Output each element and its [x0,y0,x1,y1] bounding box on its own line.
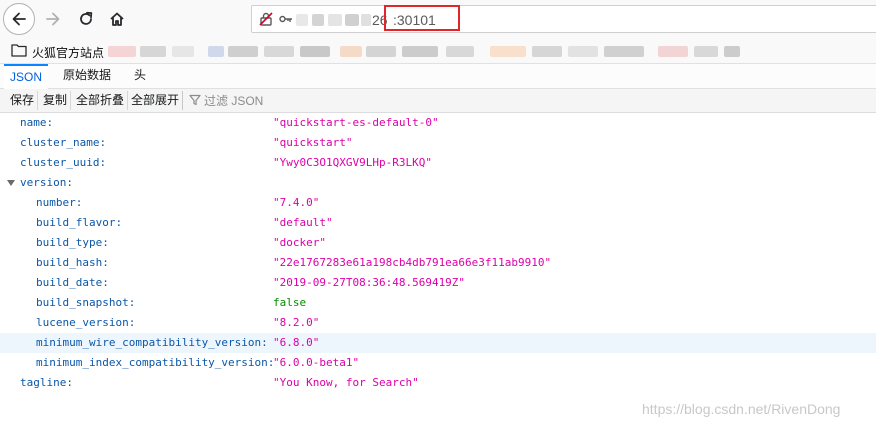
url-blurred-segment [312,14,324,26]
filter-json-input[interactable] [204,92,404,110]
arrow-right-icon [46,12,60,26]
bookmark-blurred[interactable] [446,46,474,57]
insecure-connection-icon[interactable] [259,12,273,26]
json-viewer-tabs: JSON 原始数据 头 [0,64,876,89]
forward-button[interactable] [38,4,68,34]
json-key: build_date: [36,276,109,289]
reload-icon [80,11,93,25]
json-value: "docker" [273,236,326,249]
port-highlight-box [384,5,460,31]
tab-headers[interactable]: 头 [128,64,152,89]
json-row-cluster-uuid[interactable]: cluster_uuid: "Ywy0C3O1QXGV9LHp-R3LKQ" [0,153,876,173]
bookmark-blurred[interactable] [366,46,396,57]
expand-all-button[interactable]: 全部展开 [128,91,184,110]
json-row-build-hash[interactable]: build_hash: "22e1767283e61a198cb4db791ea… [0,253,876,273]
bookmark-blurred[interactable] [402,46,438,57]
json-row-minimum-wire-compatibility-version[interactable]: minimum_wire_compatibility_version: "6.8… [0,333,876,353]
json-value: "7.4.0" [273,196,320,209]
json-row-cluster-name[interactable]: cluster_name: "quickstart" [0,133,876,153]
json-row-name[interactable]: name: "quickstart-es-default-0" [0,113,876,133]
bookmark-blurred[interactable] [108,46,136,57]
bookmark-blurred[interactable] [140,46,166,57]
json-key: cluster_uuid: [20,156,107,169]
json-key: version: [20,176,73,189]
arrow-left-icon [12,12,26,26]
json-key: minimum_index_compatibility_version: [36,356,275,369]
folder-icon [11,44,27,57]
bookmark-blurred[interactable] [568,46,598,57]
bookmark-blurred[interactable] [604,46,644,57]
bookmark-firefox-official[interactable]: 火狐官方站点 [32,44,104,61]
bookmark-blurred[interactable] [694,46,718,57]
bookmarks-toolbar: 火狐官方站点 [0,38,876,64]
json-key: build_snapshot: [36,296,136,309]
json-key: minimum_wire_compatibility_version: [36,336,268,349]
json-row-tagline[interactable]: tagline: "You Know, for Search" [0,373,876,393]
save-button[interactable]: 保存 [7,91,39,110]
bookmark-blurred[interactable] [490,46,526,57]
expand-toggle-icon[interactable] [7,180,15,186]
json-key: tagline: [20,376,73,389]
json-key: name: [20,116,54,129]
json-row-version[interactable]: version: [0,173,876,193]
url-blurred-segment [345,14,359,26]
navigation-toolbar: 26 :30101 [0,0,876,38]
bookmark-blurred[interactable] [340,46,362,57]
json-key: build_type: [36,236,109,249]
reload-button[interactable] [71,4,101,34]
json-toolbar: 保存 复制 全部折叠 全部展开 [0,89,876,113]
copy-button[interactable]: 复制 [40,91,72,110]
tab-raw-data[interactable]: 原始数据 [57,64,117,89]
json-value: "quickstart" [273,136,353,149]
json-value: "Ywy0C3O1QXGV9LHp-R3LKQ" [273,156,432,169]
key-icon[interactable] [279,13,293,25]
collapse-all-button[interactable]: 全部折叠 [73,91,129,110]
url-bar[interactable]: 26 :30101 [251,5,876,33]
bookmark-blurred[interactable] [658,46,688,57]
json-row-minimum-index-compatibility-version[interactable]: minimum_index_compatibility_version: "6.… [0,353,876,373]
json-value: "2019-09-27T08:36:48.569419Z" [273,276,466,289]
json-key: number: [36,196,83,209]
bookmark-blurred[interactable] [264,46,294,57]
bookmark-blurred[interactable] [208,46,224,57]
home-icon [110,12,124,26]
home-button[interactable] [102,4,132,34]
bookmark-blurred[interactable] [300,46,330,57]
json-value: "8.2.0" [273,316,320,329]
bookmark-blurred[interactable] [532,46,562,57]
json-row-number[interactable]: number: "7.4.0" [0,193,876,213]
json-key: build_hash: [36,256,109,269]
json-key: lucene_version: [36,316,136,329]
json-value: "22e1767283e61a198cb4db791ea66e3f11ab991… [273,256,552,269]
json-value: "default" [273,216,333,229]
url-blurred-segment [296,14,308,26]
bookmark-blurred[interactable] [724,46,740,57]
bookmark-blurred[interactable] [228,46,258,57]
json-value: false [273,296,307,309]
json-key: cluster_name: [20,136,107,149]
json-row-build-date[interactable]: build_date: "2019-09-27T08:36:48.569419Z… [0,273,876,293]
json-value: "6.0.0-beta1" [273,356,360,369]
back-button[interactable] [3,3,35,35]
bookmark-blurred[interactable] [172,46,194,57]
json-row-lucene-version[interactable]: lucene_version: "8.2.0" [0,313,876,333]
json-row-build-flavor[interactable]: build_flavor: "default" [0,213,876,233]
watermark: https://blog.csdn.net/RivenDong [642,401,841,417]
filter-icon [189,94,201,106]
url-blurred-segment [361,14,371,26]
json-row-build-snapshot[interactable]: build_snapshot: false [0,293,876,313]
url-blurred-segment [328,14,342,26]
json-key: build_flavor: [36,216,123,229]
json-row-build-type[interactable]: build_type: "docker" [0,233,876,253]
tab-json[interactable]: JSON [4,64,49,89]
json-value: "6.8.0" [273,336,320,349]
json-value: "quickstart-es-default-0" [273,116,439,129]
json-value: "You Know, for Search" [273,376,419,389]
